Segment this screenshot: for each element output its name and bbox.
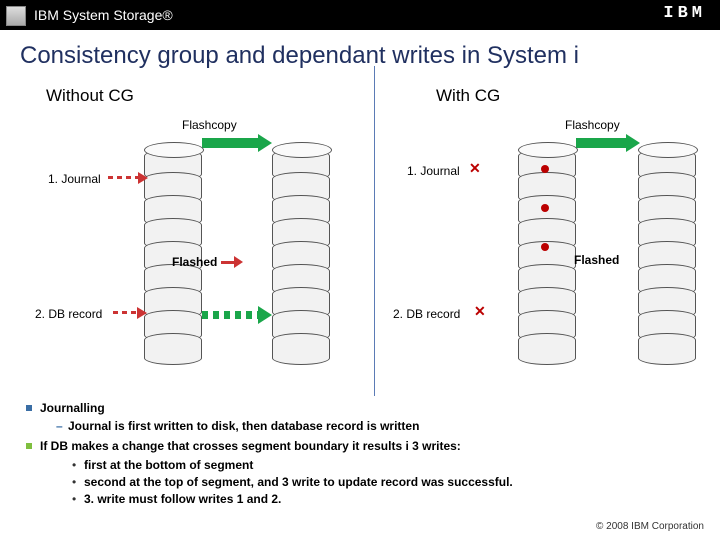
bullet-sub-2: second at the top of segment, and 3 writ… xyxy=(72,474,696,490)
journal-write-arrow-left xyxy=(108,172,148,184)
flashcopy-label-left: Flashcopy xyxy=(182,118,237,132)
cg-hold-dot-1 xyxy=(541,165,549,173)
corner-icon xyxy=(6,6,26,26)
flashcopy-label-right: Flashcopy xyxy=(565,118,620,132)
bullet-ifdb: If DB makes a change that crosses segmen… xyxy=(26,438,696,454)
dbrecord-label-left: 2. DB record xyxy=(35,307,102,321)
header-bar: IBM System Storage® xyxy=(0,0,720,30)
bullet-journal-sub: Journal is first written to disk, then d… xyxy=(56,418,696,434)
bullet-journalling: Journalling xyxy=(26,400,696,416)
page-title: Consistency group and dependant writes i… xyxy=(20,42,579,70)
brand-line: IBM System Storage® xyxy=(34,7,173,23)
flashed-label-right: Flashed xyxy=(574,253,619,267)
divider xyxy=(374,66,375,396)
dbrecord-label-right: 2. DB record xyxy=(393,307,460,321)
source-stack-left xyxy=(144,142,202,342)
bullet-sub-3: 3. write must follow writes 1 and 2. xyxy=(72,491,696,507)
bullet-sub-1: first at the bottom of segment xyxy=(72,457,696,473)
dbrecord-blocked-x: ✕ xyxy=(474,303,486,320)
ibm-logo: IBM xyxy=(663,4,706,23)
footer-copyright: © 2008 IBM Corporation xyxy=(596,521,704,532)
flashed-label-left: Flashed xyxy=(172,255,217,269)
dbrecord-write-arrow-left xyxy=(113,307,147,319)
journal-label-left: 1. Journal xyxy=(48,172,101,186)
notes-list: Journalling Journal is first written to … xyxy=(26,398,696,508)
flashcopy-arrow-left xyxy=(202,134,272,152)
subhead-without-cg: Without CG xyxy=(46,86,134,106)
stale-copy-arrow-left xyxy=(202,306,272,324)
copy-stack-right xyxy=(638,142,696,342)
cg-hold-dot-3 xyxy=(541,243,549,251)
copy-stack-left xyxy=(272,142,330,342)
flashed-flick-left xyxy=(221,254,243,270)
cg-hold-dot-2 xyxy=(541,204,549,212)
journal-label-right: 1. Journal xyxy=(407,164,460,178)
flashcopy-arrow-right xyxy=(576,134,640,152)
journal-blocked-x: ✕ xyxy=(469,160,481,177)
slide: IBM System Storage® IBM Consistency grou… xyxy=(0,0,720,540)
subhead-with-cg: With CG xyxy=(436,86,500,106)
